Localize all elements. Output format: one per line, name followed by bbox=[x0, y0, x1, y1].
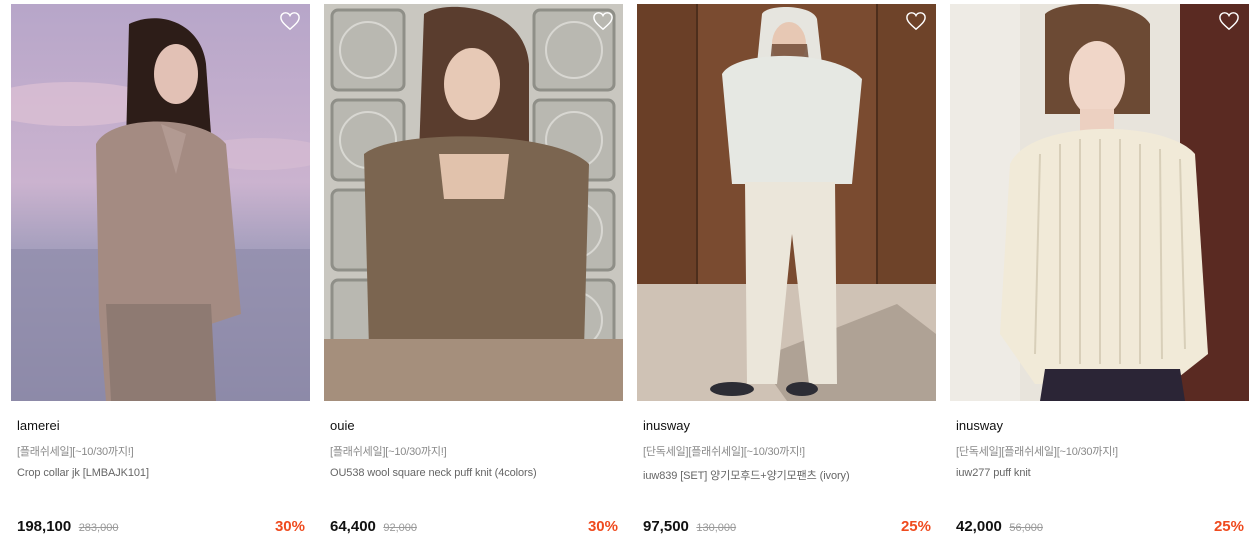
wishlist-heart-icon[interactable] bbox=[1218, 11, 1240, 31]
product-promo-tag: [플래쉬세일][~10/30까지!] bbox=[330, 446, 447, 458]
price-row: 42,000 56,000 25% bbox=[956, 518, 1244, 538]
discount-rate: 25% bbox=[1213, 518, 1244, 535]
original-price: 283,000 bbox=[78, 522, 119, 534]
product-promo-tag: [플래쉬세일][~10/30까지!] bbox=[17, 446, 134, 458]
original-price: 92,000 bbox=[383, 522, 417, 534]
product-name[interactable]: iuw839 [SET] 양기모후드+양기모팬츠 (ivory) bbox=[643, 467, 850, 483]
product-image[interactable] bbox=[950, 4, 1249, 401]
product-card[interactable]: ouie [플래쉬세일][~10/30까지!] OU538 wool squar… bbox=[324, 4, 623, 550]
price-row: 198,100 283,000 30% bbox=[17, 518, 305, 538]
product-promo-tag: [단독세일][플래쉬세일][~10/30까지!] bbox=[956, 446, 1118, 458]
price-row: 64,400 92,000 30% bbox=[330, 518, 618, 538]
sale-price: 42,000 bbox=[956, 518, 1002, 535]
wishlist-heart-icon[interactable] bbox=[592, 11, 614, 31]
product-promo-tag: [단독세일][플래쉬세일][~10/30까지!] bbox=[643, 446, 805, 458]
product-name[interactable]: iuw277 puff knit bbox=[956, 467, 1031, 479]
product-card[interactable]: lamerei [플래쉬세일][~10/30까지!] Crop collar j… bbox=[11, 4, 310, 550]
product-image[interactable] bbox=[324, 4, 623, 401]
product-brand[interactable]: ouie bbox=[330, 418, 355, 433]
original-price: 56,000 bbox=[1009, 522, 1043, 534]
wishlist-heart-icon[interactable] bbox=[905, 11, 927, 31]
product-name[interactable]: OU538 wool square neck puff knit (4color… bbox=[330, 467, 537, 479]
discount-rate: 30% bbox=[274, 518, 305, 535]
wishlist-heart-icon[interactable] bbox=[279, 11, 301, 31]
product-grid: lamerei [플래쉬세일][~10/30까지!] Crop collar j… bbox=[0, 0, 1260, 550]
discount-rate: 30% bbox=[587, 518, 618, 535]
sale-price: 64,400 bbox=[330, 518, 376, 535]
original-price: 130,000 bbox=[696, 522, 737, 534]
product-image[interactable] bbox=[11, 4, 310, 401]
product-brand[interactable]: lamerei bbox=[17, 418, 60, 433]
price-row: 97,500 130,000 25% bbox=[643, 518, 931, 538]
sale-price: 198,100 bbox=[17, 518, 72, 535]
product-brand[interactable]: inusway bbox=[643, 418, 690, 433]
discount-rate: 25% bbox=[900, 518, 931, 535]
product-card[interactable]: inusway [단독세일][플래쉬세일][~10/30까지!] iuw277 … bbox=[950, 4, 1249, 550]
sale-price: 97,500 bbox=[643, 518, 689, 535]
product-brand[interactable]: inusway bbox=[956, 418, 1003, 433]
product-name[interactable]: Crop collar jk [LMBAJK101] bbox=[17, 467, 149, 479]
product-card[interactable]: inusway [단독세일][플래쉬세일][~10/30까지!] iuw839 … bbox=[637, 4, 936, 550]
product-image[interactable] bbox=[637, 4, 936, 401]
